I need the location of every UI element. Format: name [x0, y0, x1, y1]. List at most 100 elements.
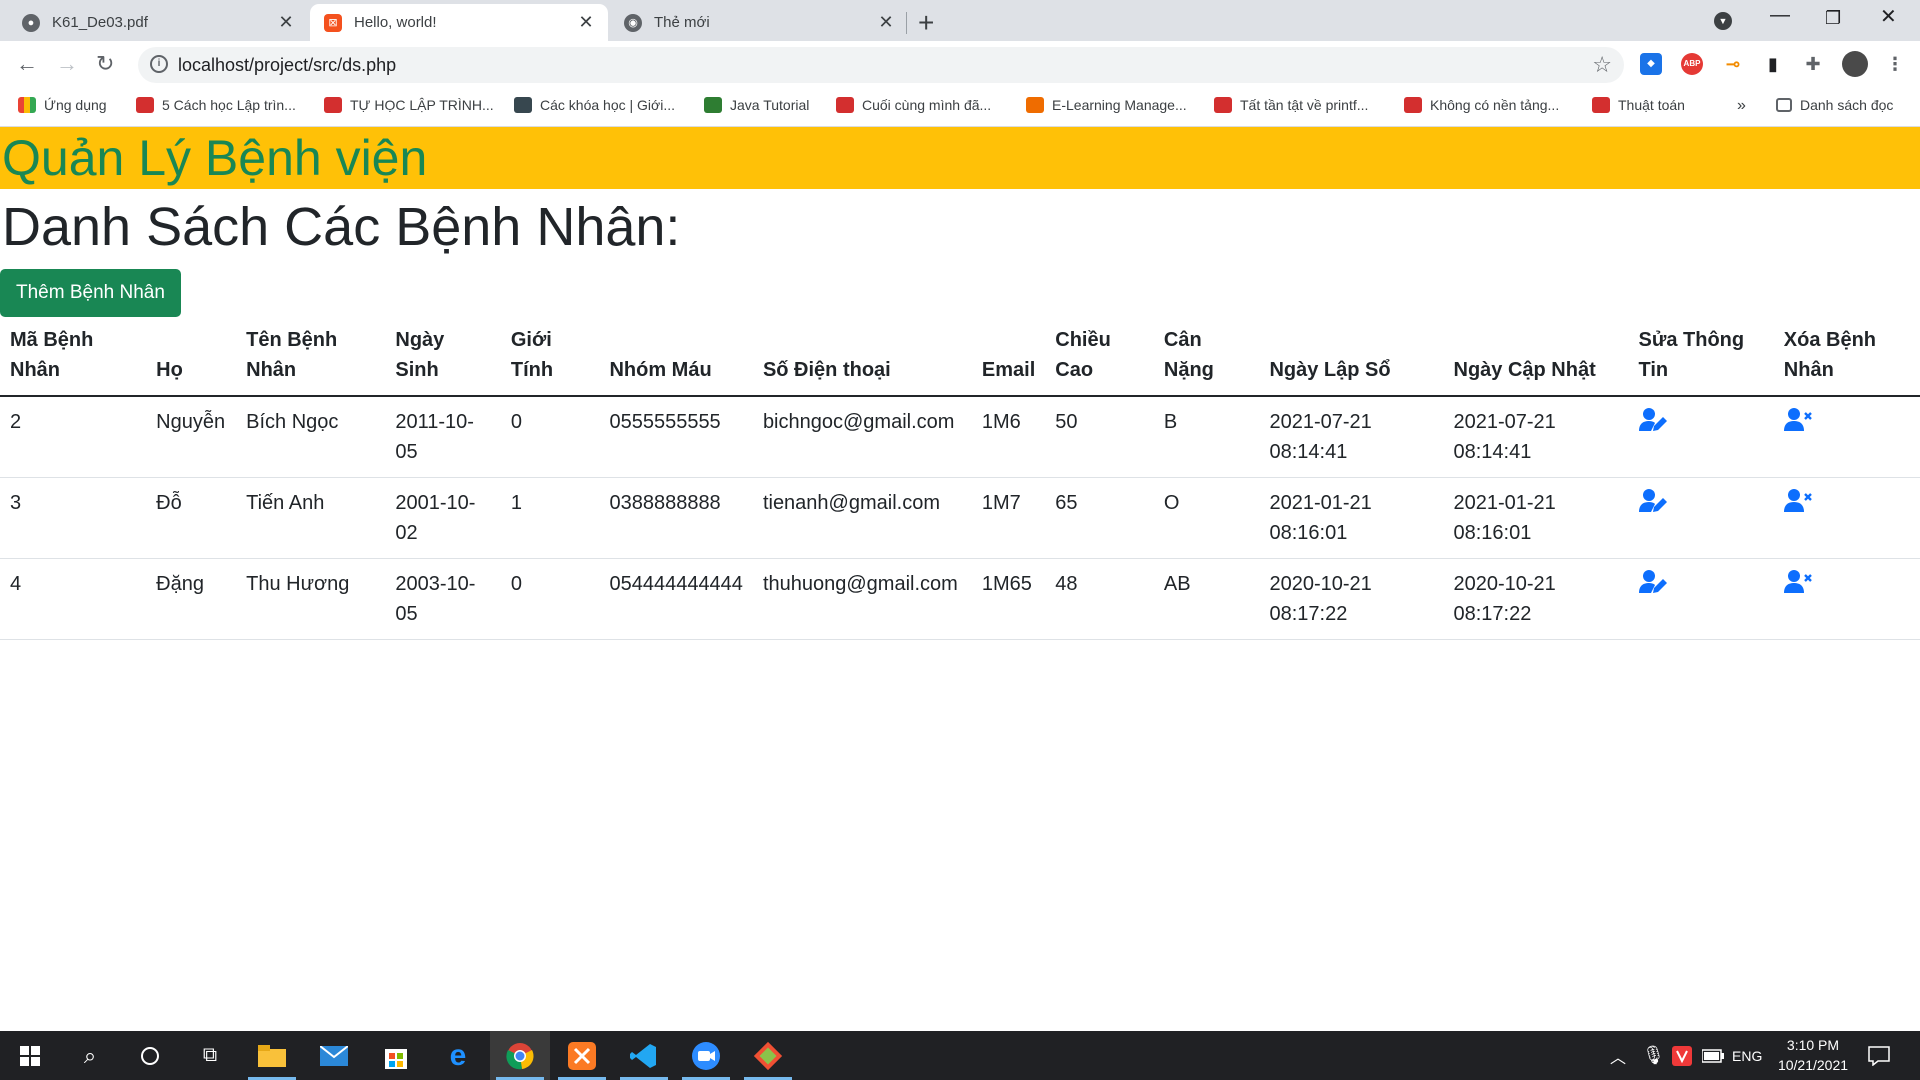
- bookmark-site-icon: [836, 97, 854, 113]
- bookmark-item[interactable]: Không có nền tảng...: [1404, 97, 1559, 113]
- page-content: Quản Lý Bệnh viện Danh Sách Các Bệnh Nhâ…: [0, 127, 1920, 1031]
- page-title: Danh Sách Các Bệnh Nhân:: [2, 197, 681, 257]
- file-explorer-icon[interactable]: [242, 1031, 302, 1080]
- table-cell: 4: [0, 558, 147, 640]
- user-delete-icon[interactable]: [1783, 488, 1812, 514]
- git-gui-icon[interactable]: [738, 1031, 798, 1080]
- bookmark-site-icon: [1404, 97, 1422, 113]
- user-delete-icon[interactable]: [1783, 569, 1812, 595]
- bookmark-item[interactable]: Java Tutorial: [704, 97, 809, 113]
- vscode-icon[interactable]: [614, 1031, 674, 1080]
- bookmark-item[interactable]: 5 Cách học Lập trìn...: [136, 97, 296, 113]
- tab-search-icon[interactable]: ▼: [1714, 12, 1732, 30]
- chrome-taskbar-icon[interactable]: [490, 1031, 550, 1080]
- reading-list-button[interactable]: Danh sách đọc: [1776, 97, 1893, 113]
- windows-start-icon[interactable]: [0, 1031, 60, 1080]
- table-cell: tienanh@gmail.com: [752, 477, 972, 559]
- cortana-icon[interactable]: [120, 1031, 180, 1080]
- vivaldi-tray-icon[interactable]: [1672, 1031, 1692, 1080]
- new-tab-icon[interactable]: +: [918, 7, 934, 39]
- extension-drop-icon[interactable]: ◆: [1640, 53, 1662, 75]
- task-view-icon[interactable]: ⧉: [180, 1031, 240, 1080]
- bookmark-item[interactable]: Thuật toán: [1592, 97, 1685, 113]
- table-cell: Nguyễn: [146, 396, 237, 478]
- edit-cell: [1628, 396, 1774, 478]
- bookmark-label: Tất tần tật về printf...: [1240, 97, 1369, 113]
- restore-icon[interactable]: ❐: [1825, 8, 1841, 29]
- table-cell: 1M65: [971, 558, 1046, 640]
- column-header: Ngày Lập Sổ: [1259, 325, 1444, 397]
- minimize-icon[interactable]: —: [1770, 4, 1790, 27]
- table-cell: 48: [1045, 558, 1154, 640]
- bookmark-item[interactable]: Tất tần tật về printf...: [1214, 97, 1368, 113]
- mail-icon[interactable]: [304, 1031, 364, 1080]
- close-tab-icon[interactable]: ✕: [278, 12, 294, 33]
- tab-title: Hello, world!: [354, 14, 437, 31]
- system-clock[interactable]: 3:10 PM 10/21/2021: [1772, 1035, 1854, 1075]
- close-tab-icon[interactable]: ✕: [878, 12, 894, 33]
- bookmark-label: E-Learning Manage...: [1052, 97, 1187, 113]
- zoom-icon[interactable]: [676, 1031, 736, 1080]
- bookmark-label: Các khóa học | Giới...: [540, 97, 675, 113]
- close-window-icon[interactable]: ✕: [1880, 4, 1897, 29]
- user-edit-icon[interactable]: [1638, 569, 1667, 595]
- table-cell: 0: [500, 558, 600, 640]
- clock-date: 10/21/2021: [1777, 1057, 1849, 1073]
- add-patient-button[interactable]: Thêm Bệnh Nhân: [0, 269, 181, 317]
- forward-icon[interactable]: →: [56, 51, 78, 77]
- adblock-icon[interactable]: ABP: [1681, 53, 1703, 75]
- bookmark-item[interactable]: Cuối cùng mình đã...: [836, 97, 991, 113]
- extensions-puzzle-icon[interactable]: ✚: [1802, 53, 1824, 75]
- profile-avatar[interactable]: [1842, 51, 1868, 77]
- show-hidden-icons-icon[interactable]: ︿: [1610, 1031, 1626, 1080]
- table-header-row: Mã Bệnh Nhân Họ Tên Bệnh Nhân Ngày Sinh …: [0, 325, 1920, 397]
- tab-pdf[interactable]: ● K61_De03.pdf ✕: [8, 4, 308, 41]
- app-title: Quản Lý Bệnh viện: [2, 130, 428, 186]
- table-cell: 1M7: [971, 477, 1046, 559]
- patients-table: Mã Bệnh Nhân Họ Tên Bệnh Nhân Ngày Sinh …: [0, 325, 1920, 640]
- table-cell: O: [1153, 477, 1260, 559]
- edit-cell: [1628, 477, 1774, 559]
- battery-icon[interactable]: [1702, 1031, 1724, 1080]
- bookmark-star-icon[interactable]: ☆: [1592, 52, 1612, 78]
- user-edit-icon[interactable]: [1638, 407, 1667, 433]
- table-row: 2 Nguyễn Bích Ngọc 2011-10-05 0 05555555…: [0, 396, 1920, 478]
- reload-icon[interactable]: ↻: [96, 51, 114, 77]
- user-edit-icon[interactable]: [1638, 488, 1667, 514]
- address-bar[interactable]: i localhost/project/src/ds.php ☆: [138, 47, 1624, 83]
- menu-kebab-icon[interactable]: ⋮: [1884, 53, 1906, 75]
- edge-icon[interactable]: e: [428, 1031, 488, 1080]
- store-icon[interactable]: [366, 1031, 426, 1080]
- bookmark-label: Java Tutorial: [730, 97, 810, 113]
- url-text[interactable]: localhost/project/src/ds.php: [178, 55, 396, 76]
- bookmark-item[interactable]: E-Learning Manage...: [1026, 97, 1187, 113]
- bookmark-label: 5 Cách học Lập trìn...: [162, 97, 296, 113]
- xampp-taskbar-icon[interactable]: [552, 1031, 612, 1080]
- bookmarks-overflow-button[interactable]: »: [1737, 97, 1746, 115]
- extension-battery-icon[interactable]: ▮: [1762, 53, 1784, 75]
- back-icon[interactable]: ←: [16, 51, 38, 77]
- globe-icon: ●: [22, 13, 40, 32]
- column-header: Họ: [146, 325, 237, 397]
- windows-taskbar: ⌕ ⧉ e ︿ 🎙 ENG 3:10 PM 10/21/2021: [0, 1031, 1920, 1080]
- bookmark-item[interactable]: TỰ HỌC LẬP TRÌNH...: [324, 97, 494, 113]
- bookmark-item[interactable]: Các khóa học | Giới...: [514, 97, 675, 113]
- input-language[interactable]: ENG: [1732, 1031, 1762, 1080]
- search-icon[interactable]: ⌕: [60, 1031, 120, 1080]
- tab-hello-world[interactable]: ⊠ Hello, world! ✕: [310, 4, 608, 41]
- microphone-icon[interactable]: 🎙: [1642, 1031, 1665, 1080]
- table-cell: 2021-01-21 08:16:01: [1259, 477, 1444, 559]
- extension-key-icon[interactable]: ⊸: [1722, 53, 1744, 75]
- site-info-icon[interactable]: i: [150, 55, 168, 73]
- browser-toolbar: ← → ↻ i localhost/project/src/ds.php ☆ ◆…: [0, 41, 1920, 89]
- table-cell: 50: [1045, 396, 1154, 478]
- table-cell: bichngoc@gmail.com: [752, 396, 972, 478]
- delete-cell: [1773, 558, 1920, 640]
- user-delete-icon[interactable]: [1783, 407, 1812, 433]
- tab-new[interactable]: ◉ Thẻ mới ✕: [610, 4, 908, 41]
- notifications-icon[interactable]: [1868, 1031, 1890, 1080]
- table-row: 3 Đỗ Tiến Anh 2001-10-02 1 0388888888 ti…: [0, 477, 1920, 559]
- bookmark-apps[interactable]: Ứng dụng: [18, 97, 107, 113]
- delete-cell: [1773, 477, 1920, 559]
- close-tab-icon[interactable]: ✕: [578, 12, 594, 33]
